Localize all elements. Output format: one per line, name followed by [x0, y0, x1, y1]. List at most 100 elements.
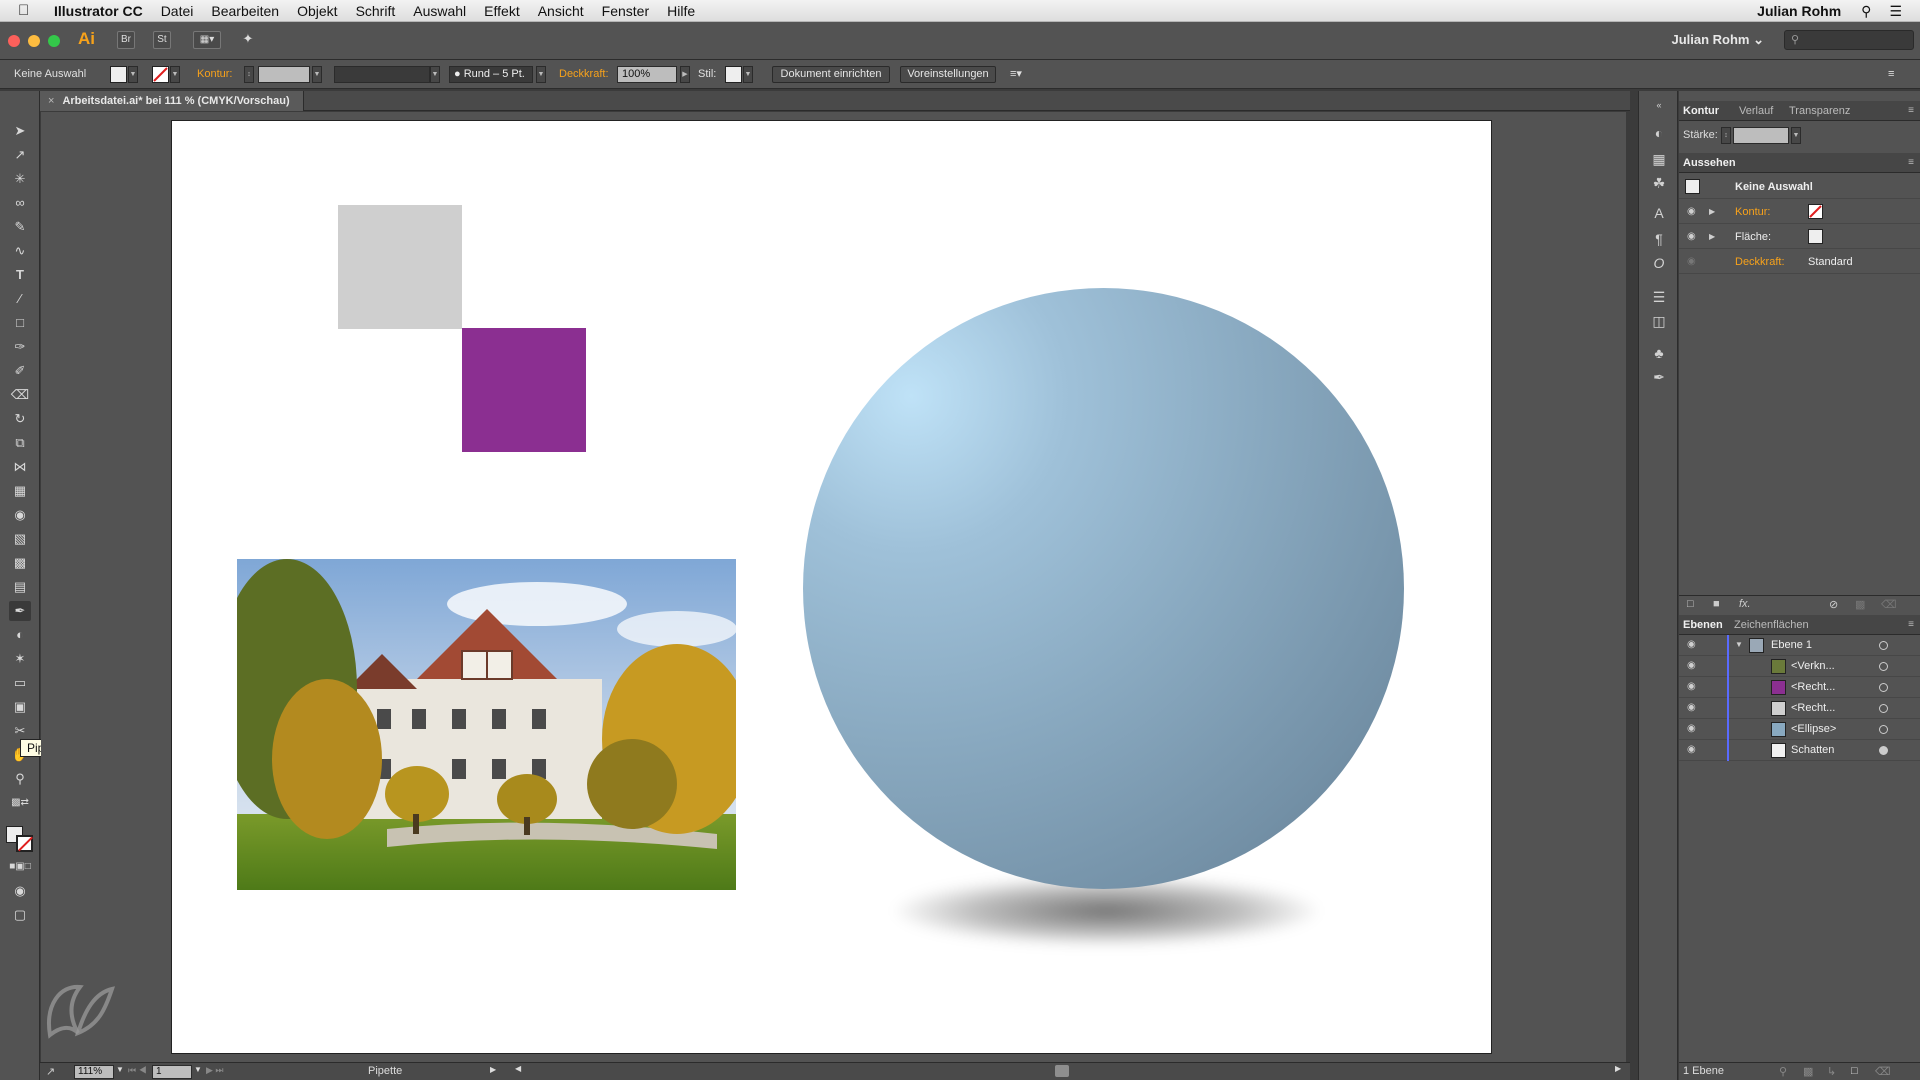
blue-sphere-ellipse[interactable] — [803, 288, 1404, 889]
brush-dropdown[interactable]: ▼ — [536, 66, 546, 83]
layer-row[interactable]: ◉ <Ellipse> — [1679, 719, 1920, 740]
blend-tool-icon[interactable]: ◐ — [9, 625, 31, 645]
lasso-tool-icon[interactable]: ∞ — [9, 193, 31, 213]
opentype-panel-icon[interactable]: O — [1648, 253, 1670, 273]
graphic-style-swatch[interactable] — [725, 66, 742, 83]
line-tool-icon[interactable]: ∕ — [9, 289, 31, 309]
sublayer-target-icon[interactable] — [1879, 704, 1888, 713]
curvature-tool-icon[interactable]: ∿ — [9, 241, 31, 261]
status-menu-icon[interactable]: ▶ — [490, 1065, 496, 1074]
minimize-window-icon[interactable] — [28, 35, 40, 47]
graphic-style-dropdown[interactable]: ▼ — [743, 66, 753, 83]
shaper-tool-icon[interactable]: ✐ — [9, 361, 31, 381]
close-tab-icon[interactable]: × — [48, 95, 54, 107]
stock-button[interactable]: St — [153, 31, 171, 49]
artboard-tool-icon[interactable]: ▣ — [9, 697, 31, 717]
rotate-tool-icon[interactable]: ↻ — [9, 409, 31, 429]
collapse-panels-icon[interactable]: « — [1648, 95, 1670, 115]
stroke-panel-menu-icon[interactable]: ≡ — [1908, 101, 1914, 121]
sublayer-name[interactable]: Schatten — [1791, 743, 1834, 757]
color-panel-icon[interactable]: ◐ — [1648, 123, 1670, 143]
aussehen-kontur-label[interactable]: Kontur: — [1735, 204, 1770, 220]
visibility-eye-icon[interactable]: ◉ — [1687, 659, 1696, 673]
staerke-stepper[interactable]: ↕ — [1721, 127, 1731, 144]
eraser-tool-icon[interactable]: ⌫ — [9, 385, 31, 405]
document-setup-button[interactable]: Dokument einrichten — [772, 66, 890, 83]
tab-kontur[interactable]: Kontur — [1683, 101, 1719, 121]
eyedropper-tool-icon[interactable]: ✒ — [9, 601, 31, 621]
locate-object-icon[interactable]: ⚲ — [1779, 1065, 1787, 1078]
symbols-panel-icon[interactable]: ☘ — [1648, 173, 1670, 193]
sublayer-name[interactable]: <Ellipse> — [1791, 722, 1836, 736]
perspective-grid-tool-icon[interactable]: ▧ — [9, 529, 31, 549]
workspace-switcher[interactable]: Julian Rohm ⌄ — [1671, 32, 1764, 48]
menubar-user[interactable]: Julian Rohm — [1757, 3, 1841, 19]
apple-icon[interactable]:  — [18, 2, 40, 19]
help-search-input[interactable]: ⚲ — [1784, 30, 1914, 50]
sublayer-name[interactable]: <Verkn... — [1791, 659, 1835, 673]
shape-builder-tool-icon[interactable]: ◉ — [9, 505, 31, 525]
aussehen-deckkraft-row[interactable]: ◉ Deckkraft: Standard — [1679, 250, 1920, 274]
fill-dropdown[interactable]: ▼ — [128, 66, 138, 83]
pen-tool-icon[interactable]: ✎ — [9, 217, 31, 237]
layer-row[interactable]: ◉ <Verkn... — [1679, 656, 1920, 677]
tab-verlauf[interactable]: Verlauf — [1739, 101, 1773, 121]
variable-width-dropdown[interactable]: ▼ — [430, 66, 440, 83]
visibility-eye-icon[interactable]: ◉ — [1687, 701, 1696, 715]
preferences-button[interactable]: Voreinstellungen — [900, 66, 996, 83]
visibility-eye-icon[interactable]: ◉ — [1687, 254, 1696, 270]
zoom-tool-icon[interactable]: ⚲ — [9, 769, 31, 789]
zoom-dropdown[interactable]: ▼ — [116, 1065, 124, 1074]
color-mode-buttons-icon[interactable]: ■▣□ — [9, 857, 31, 877]
artboard-dropdown[interactable]: ▼ — [194, 1065, 202, 1074]
visibility-eye-icon[interactable]: ◉ — [1687, 638, 1696, 652]
gray-rectangle[interactable] — [338, 205, 462, 329]
menu-ansicht[interactable]: Ansicht — [538, 3, 584, 19]
stroke-dropdown[interactable]: ▼ — [170, 66, 180, 83]
aussehen-deckkraft-label[interactable]: Deckkraft: — [1735, 254, 1785, 270]
no-stroke-swatch-icon[interactable] — [1808, 204, 1823, 219]
control-panel-menu-icon[interactable]: ≡ — [1888, 66, 1894, 83]
visibility-eye-icon[interactable]: ◉ — [1687, 722, 1696, 736]
aussehen-kontur-row[interactable]: ◉ ▶ Kontur: — [1679, 200, 1920, 224]
zoom-field[interactable]: 111% — [74, 1065, 114, 1079]
pathfinder-panel-icon[interactable]: ◫ — [1648, 311, 1670, 331]
rectangle-tool-icon[interactable]: □ — [9, 313, 31, 333]
staerke-field[interactable] — [1733, 127, 1789, 144]
clipping-mask-icon[interactable]: ▩ — [1803, 1065, 1813, 1078]
share-icon[interactable]: ↗ — [46, 1065, 55, 1078]
layer-row[interactable]: ◉ Schatten — [1679, 740, 1920, 761]
layer-target-icon[interactable] — [1879, 641, 1888, 650]
purple-rectangle[interactable] — [462, 328, 586, 452]
stroke-weight-dropdown[interactable]: ▼ — [312, 66, 322, 83]
brushes-panel-icon[interactable]: ✒ — [1648, 367, 1670, 387]
scroll-left-icon[interactable]: ◀ — [515, 1064, 521, 1073]
paintbrush-tool-icon[interactable]: ✑ — [9, 337, 31, 357]
new-sublayer-icon[interactable]: ↳ — [1827, 1065, 1836, 1078]
screen-mode-icon[interactable]: ▢ — [9, 905, 31, 925]
staerke-dropdown[interactable]: ▼ — [1791, 127, 1801, 144]
gradient-tool-icon[interactable]: ▤ — [9, 577, 31, 597]
column-graph-tool-icon[interactable]: ▭ — [9, 673, 31, 693]
menu-fenster[interactable]: Fenster — [602, 3, 649, 19]
clear-appearance-icon[interactable]: ⊘ — [1829, 598, 1838, 611]
horizontal-scroll-thumb[interactable] — [1055, 1065, 1069, 1077]
drawing-modes-icon[interactable]: ◉ — [9, 881, 31, 901]
sublayer-name[interactable]: <Recht... — [1791, 701, 1835, 715]
visibility-eye-icon[interactable]: ◉ — [1687, 680, 1696, 694]
brush-definition[interactable]: ● Rund – 5 Pt. — [449, 66, 533, 83]
zoom-window-icon[interactable] — [48, 35, 60, 47]
horizontal-scrollbar[interactable]: ◀ ▶ — [515, 1064, 1635, 1078]
visibility-eye-icon[interactable]: ◉ — [1687, 743, 1696, 757]
menu-effekt[interactable]: Effekt — [484, 3, 520, 19]
select-similar-icon[interactable]: ≡▾ — [1010, 66, 1022, 83]
duplicate-item-icon[interactable]: ▩ — [1855, 598, 1865, 611]
artboard[interactable] — [171, 120, 1492, 1054]
scale-tool-icon[interactable]: ⧉ — [9, 433, 31, 453]
sublayer-name[interactable]: <Recht... — [1791, 680, 1835, 694]
gpu-performance-icon[interactable]: ✦ — [238, 31, 258, 49]
align-panel-icon[interactable]: ☰ — [1648, 287, 1670, 307]
menu-objekt[interactable]: Objekt — [297, 3, 337, 19]
close-window-icon[interactable] — [8, 35, 20, 47]
aussehen-flaeche-row[interactable]: ◉ ▶ Fläche: — [1679, 225, 1920, 249]
